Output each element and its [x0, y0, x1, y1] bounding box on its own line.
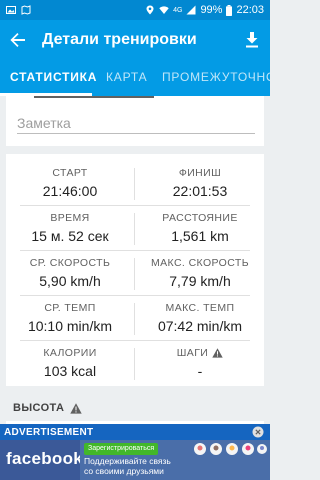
location-icon — [146, 5, 154, 15]
battery-icon — [226, 4, 233, 16]
stat-value: 22:01:53 — [172, 183, 228, 199]
page-title: Детали тренировки — [42, 31, 197, 48]
stat-value: 1,561 km — [171, 228, 229, 244]
clock: 22:03 — [236, 4, 264, 16]
arrow-back-icon — [10, 33, 25, 47]
divider — [134, 213, 135, 245]
stat-value: 5,90 km/h — [39, 273, 101, 289]
divider — [20, 295, 250, 296]
stat-time: ВРЕМЯ 15 м. 52 сек — [10, 211, 130, 245]
stat-finish: ФИНИШ 22:01:53 — [140, 166, 260, 200]
note-card — [6, 96, 264, 146]
network-type: 4G — [173, 6, 183, 14]
divider — [134, 168, 135, 200]
signal-icon — [186, 5, 196, 15]
stat-label: СР. ТЕМП — [44, 301, 96, 314]
close-icon[interactable] — [252, 426, 264, 438]
stat-distance: РАССТОЯНИЕ 1,561 km — [140, 211, 260, 245]
stat-label: ШАГИ — [176, 346, 209, 359]
ad-label: ADVERTISEMENT — [4, 427, 94, 438]
map-notification-icon — [21, 5, 31, 15]
ad-content: Зарегистрироваться Поддерживайте связь с… — [80, 440, 270, 480]
stat-calories: КАЛОРИИ 103 kcal — [10, 346, 130, 380]
stat-max-speed: МАКС. СКОРОСТЬ 7,79 km/h — [140, 256, 260, 290]
stat-value: 103 kcal — [43, 363, 97, 379]
note-input[interactable] — [17, 112, 255, 134]
ad-cta-button[interactable]: Зарегистрироваться — [84, 443, 159, 455]
stat-avg-pace: СР. ТЕМП 10:10 min/km — [10, 301, 130, 335]
battery-percent: 99% — [200, 4, 223, 16]
tab-bar: СТАТИСТИКА КАРТА ПРОМЕЖУТОЧНОЕ — [0, 60, 270, 96]
stat-label: СТАРТ — [52, 166, 88, 179]
image-notification-icon — [6, 6, 16, 14]
tab-statistics[interactable]: СТАТИСТИКА — [10, 60, 97, 96]
section-title-text: ВЫСОТА — [13, 402, 65, 414]
stat-value: - — [197, 363, 203, 379]
stat-label: ФИНИШ — [178, 166, 222, 179]
facebook-logo: facebook — [6, 449, 84, 468]
divider — [134, 258, 135, 290]
stat-value: 07:42 min/km — [157, 318, 243, 334]
ad-text: Поддерживайте связь со своими друзьями — [84, 456, 171, 476]
stat-value: 15 м. 52 сек — [31, 228, 109, 244]
stat-value: 7,79 km/h — [169, 273, 231, 289]
stat-steps: ШАГИ - — [140, 346, 260, 379]
back-button[interactable] — [8, 30, 28, 50]
divider — [20, 340, 250, 341]
tab-map[interactable]: КАРТА — [106, 60, 147, 96]
stat-max-pace: МАКС. ТЕМП 07:42 min/km — [140, 301, 260, 335]
status-bar: 4G 99% 22:03 — [0, 0, 270, 20]
stat-label: РАССТОЯНИЕ — [162, 211, 238, 224]
scrolled-content-edge — [34, 96, 154, 100]
tab-splits[interactable]: ПРОМЕЖУТОЧНОЕ — [162, 60, 270, 96]
stat-label: МАКС. ТЕМП — [165, 301, 235, 314]
divider — [20, 205, 250, 206]
stat-label: КАЛОРИИ — [43, 346, 97, 359]
stats-card: СТАРТ 21:46:00 ФИНИШ 22:01:53 ВРЕМЯ 15 м… — [6, 154, 264, 386]
warning-icon[interactable] — [70, 402, 83, 414]
ad-banner[interactable]: ADVERTISEMENT facebook Зарегистрироватьс… — [0, 424, 270, 480]
divider — [20, 250, 250, 251]
stat-start: СТАРТ 21:46:00 — [10, 166, 130, 200]
stat-label-row: ШАГИ — [140, 346, 260, 359]
stat-label: ВРЕМЯ — [50, 211, 90, 224]
warning-icon[interactable] — [212, 347, 223, 358]
divider — [134, 303, 135, 335]
download-button[interactable] — [242, 30, 262, 50]
friends-avatars-icon — [194, 443, 267, 455]
ad-creative[interactable]: facebook Зарегистрироваться Поддерживайт… — [0, 440, 270, 480]
altitude-section-title: ВЫСОТА — [13, 402, 83, 414]
wifi-icon — [159, 6, 169, 14]
stat-avg-speed: СР. СКОРОСТЬ 5,90 km/h — [10, 256, 130, 290]
download-icon — [246, 32, 258, 48]
app-bar: Детали тренировки — [0, 20, 270, 60]
stat-value: 21:46:00 — [42, 183, 98, 199]
divider — [134, 348, 135, 380]
stat-value: 10:10 min/km — [27, 318, 113, 334]
stat-label: СР. СКОРОСТЬ — [29, 256, 111, 269]
stat-label: МАКС. СКОРОСТЬ — [151, 256, 249, 269]
